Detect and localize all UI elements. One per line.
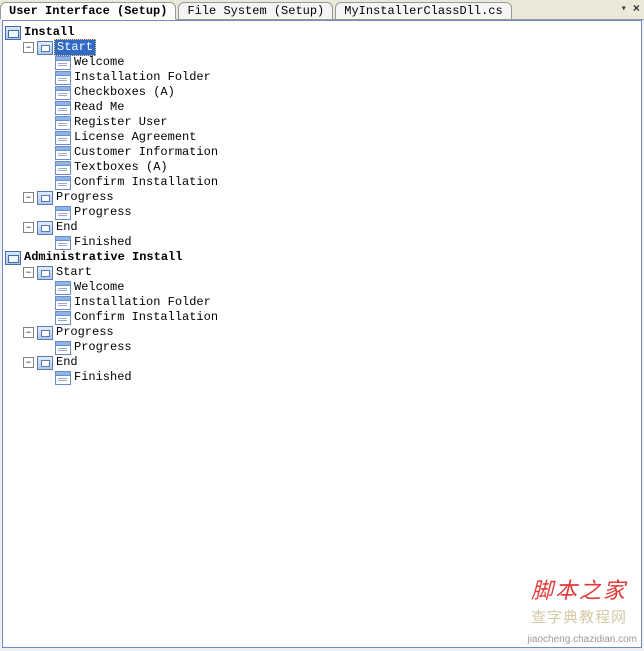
stage-icon: [37, 191, 53, 205]
tree-leaf[interactable]: Confirm Installation: [5, 175, 641, 190]
tree-label: Confirm Installation: [74, 310, 218, 325]
tree-node-end[interactable]: − End: [5, 355, 641, 370]
installer-icon: [5, 251, 21, 265]
tree-label: Installation Folder: [74, 295, 211, 310]
tree-leaf[interactable]: Welcome: [5, 280, 641, 295]
tree-label: License Agreement: [74, 130, 196, 145]
tree-label: End: [56, 355, 78, 370]
tree: Install − Start Welcome Installation Fol…: [3, 21, 641, 385]
close-icon[interactable]: ×: [633, 2, 640, 16]
tree-label: Progress: [56, 325, 114, 340]
stage-icon: [37, 356, 53, 370]
tree-label: Start: [56, 265, 92, 280]
tree-root-admin[interactable]: Administrative Install: [5, 250, 641, 265]
tree-leaf[interactable]: License Agreement: [5, 130, 641, 145]
collapse-icon[interactable]: −: [23, 327, 34, 338]
tree-node-progress[interactable]: − Progress: [5, 325, 641, 340]
tree-label: Confirm Installation: [74, 175, 218, 190]
dialog-icon: [55, 56, 71, 70]
tree-label: Welcome: [74, 280, 124, 295]
tree-label: Register User: [74, 115, 168, 130]
tree-label: Welcome: [74, 55, 124, 70]
tree-label: Customer Information: [74, 145, 218, 160]
tree-leaf[interactable]: Checkboxes (A): [5, 85, 641, 100]
collapse-icon[interactable]: −: [23, 267, 34, 278]
tree-leaf[interactable]: Welcome: [5, 55, 641, 70]
dialog-icon: [55, 341, 71, 355]
tree-leaf[interactable]: Finished: [5, 235, 641, 250]
collapse-icon[interactable]: −: [23, 42, 34, 53]
watermark-text: 脚本之家: [531, 573, 627, 605]
tree-label: Checkboxes (A): [74, 85, 175, 100]
tab-source-file[interactable]: MyInstallerClassDll.cs: [335, 2, 511, 20]
installer-icon: [5, 26, 21, 40]
dialog-icon: [55, 131, 71, 145]
tree-node-start[interactable]: − Start: [5, 40, 641, 55]
tree-leaf[interactable]: Read Me: [5, 100, 641, 115]
tree-panel: Install − Start Welcome Installation Fol…: [2, 20, 642, 648]
tree-label: Finished: [74, 370, 132, 385]
tree-label: Progress: [74, 340, 132, 355]
tree-label: Install: [24, 25, 74, 40]
dialog-icon: [55, 176, 71, 190]
tree-label: End: [56, 220, 78, 235]
dialog-icon: [55, 161, 71, 175]
dialog-icon: [55, 206, 71, 220]
stage-icon: [37, 326, 53, 340]
tree-label: Read Me: [74, 100, 124, 115]
tab-user-interface[interactable]: User Interface (Setup): [0, 2, 176, 20]
tab-file-system[interactable]: File System (Setup): [178, 2, 333, 20]
tree-leaf[interactable]: Progress: [5, 205, 641, 220]
tree-leaf[interactable]: Confirm Installation: [5, 310, 641, 325]
watermark-url: jiaocheng.chazidian.com: [527, 634, 637, 645]
tree-label: Textboxes (A): [74, 160, 168, 175]
tree-leaf[interactable]: Installation Folder: [5, 295, 641, 310]
tree-leaf[interactable]: Textboxes (A): [5, 160, 641, 175]
collapse-icon[interactable]: −: [23, 357, 34, 368]
stage-icon: [37, 41, 53, 55]
dialog-icon: [55, 146, 71, 160]
dialog-icon: [55, 86, 71, 100]
dialog-icon: [55, 281, 71, 295]
dialog-icon: [55, 371, 71, 385]
dialog-icon: [55, 311, 71, 325]
collapse-icon[interactable]: −: [23, 192, 34, 203]
tree-label: Installation Folder: [74, 70, 211, 85]
stage-icon: [37, 266, 53, 280]
dialog-icon: [55, 116, 71, 130]
stage-icon: [37, 221, 53, 235]
collapse-icon[interactable]: −: [23, 222, 34, 233]
tab-bar: User Interface (Setup) File System (Setu…: [0, 0, 644, 20]
tree-root-install[interactable]: Install: [5, 25, 641, 40]
tree-label: Finished: [74, 235, 132, 250]
tree-label: Start: [54, 39, 96, 56]
tree-label: Progress: [74, 205, 132, 220]
tree-leaf[interactable]: Progress: [5, 340, 641, 355]
tree-node-start[interactable]: − Start: [5, 265, 641, 280]
watermark-text: 查字典教程网: [531, 606, 627, 627]
tree-label: Administrative Install: [24, 250, 182, 265]
tree-label: Progress: [56, 190, 114, 205]
dialog-icon: [55, 101, 71, 115]
tab-overflow-icon[interactable]: ▾: [621, 3, 627, 15]
tree-leaf[interactable]: Finished: [5, 370, 641, 385]
tree-leaf[interactable]: Installation Folder: [5, 70, 641, 85]
tree-leaf[interactable]: Customer Information: [5, 145, 641, 160]
tree-leaf[interactable]: Register User: [5, 115, 641, 130]
tree-node-end[interactable]: − End: [5, 220, 641, 235]
dialog-icon: [55, 71, 71, 85]
tree-node-progress[interactable]: − Progress: [5, 190, 641, 205]
dialog-icon: [55, 296, 71, 310]
dialog-icon: [55, 236, 71, 250]
